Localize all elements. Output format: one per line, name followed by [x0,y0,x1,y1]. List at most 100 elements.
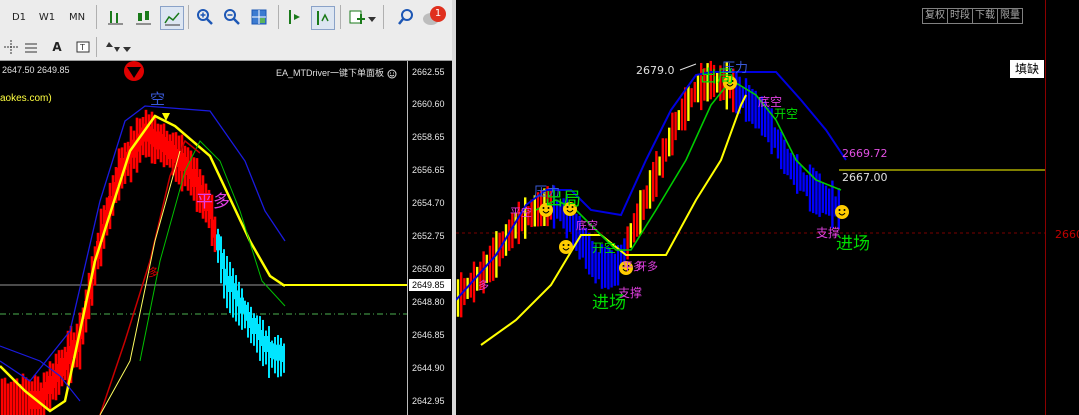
adjust-button[interactable]: 复权 [922,8,948,24]
bottom-short-label: 底空 [576,218,598,232]
entry-signal-label: 进场 [836,234,870,254]
toolbar-separator [278,5,279,29]
bear-candle-body [240,297,244,314]
bar-chart-icon[interactable] [104,6,126,28]
price-tick: 2656.65 [412,165,445,175]
high-price-pointer [679,63,697,71]
toolbar-separator [96,5,97,29]
auto-scroll-icon[interactable] [311,6,335,30]
download-button[interactable]: 下载 [972,8,998,24]
drawing-toolbar: A T [0,34,452,61]
open-short-label: 开空 [592,241,616,255]
limit-button[interactable]: 限量 [997,8,1023,24]
candlestick-chart-icon[interactable] [132,6,154,28]
smiley-icon [559,240,573,254]
resistance-label: 压力 [722,61,748,76]
price-tick: 2650.80 [412,264,445,274]
price-tick: 2662.55 [412,67,445,77]
price-tick: 2642.95 [412,396,445,406]
bear-candle-body [260,330,264,346]
chevron-down-icon[interactable] [367,8,377,30]
crosshair-icon[interactable] [0,36,22,58]
search-icon[interactable] [395,6,417,28]
close-short-label: 平空 [510,205,532,219]
price-tick: 2646.85 [412,330,445,340]
text-label-icon[interactable]: T [72,36,94,58]
text-tool-icon[interactable]: A [46,36,68,58]
upper-band-price-label: 2669.72 [842,147,888,160]
arrows-icon[interactable] [102,36,124,58]
current-price-tag: 2649.85 [409,279,451,291]
bear-candle-body [276,344,280,361]
bull-candle-body [180,153,184,171]
chart-shift-icon[interactable] [284,6,306,28]
mt4-window: D1 W1 MN 1 A T 空 平多 多 2647.50 2649.85 ao… [0,0,453,415]
smiley-eye [567,244,570,246]
bull-candle-body [212,219,216,238]
ea-panel-label[interactable]: EA_MTDriver一键下单面板 [276,66,397,79]
price-axis: 2662.55 2660.60 2658.65 2656.65 2654.70 … [407,61,453,415]
open-short-label: 开空 [774,107,798,121]
bull-candle-body [160,134,164,153]
bull-candle-body [48,376,52,394]
bear-candle-body [256,324,260,340]
exit-signal-label: 出局 [545,189,581,210]
price-header: 2647.50 2649.85 [2,65,70,75]
long-signal-label: 多 [148,265,159,279]
indicators-icon[interactable] [346,6,368,28]
notification-badge[interactable]: 1 [430,6,446,22]
right-price-chart[interactable]: 2679.02669.722667.002660出局压力底空开空支撑进场压力出局… [456,0,1079,415]
bear-candle-body [216,234,220,251]
bear-candle-body [280,346,284,362]
bear-candle-body [232,283,236,300]
bull-candle-body [152,128,156,147]
close-long-label: 平多 [622,259,644,273]
chevron-down-icon[interactable] [122,38,132,60]
zoom-in-icon[interactable] [194,6,216,28]
edge-price-label: 2660 [1055,228,1079,241]
bull-candle-body [192,169,196,187]
bull-candle-body [44,382,48,400]
bull-candle-body [68,346,72,364]
bull-candle-body [148,126,152,145]
timeframe-w1-button[interactable]: W1 [36,6,58,28]
fill-gap-button[interactable]: 填缺 [1010,60,1044,78]
horizontal-lines-icon[interactable] [20,36,42,58]
bear-candle-body [228,276,232,292]
session-button[interactable]: 时段 [947,8,973,24]
svg-text:T: T [79,43,85,52]
toolbar-separator [188,5,189,29]
ea-panel-name: EA_MTDriver一键下单面板 [276,68,385,78]
bear-candle-body [244,304,248,321]
bull-candle-body [64,352,68,370]
bear-candle-body [268,342,272,358]
short-signal-label: 空 [150,90,165,108]
chart-edge-line [1045,0,1046,415]
price-tick: 2648.80 [412,297,445,307]
long-signal-label: 多 [478,278,489,292]
bear-candle-body [272,343,276,360]
price-tick: 2658.65 [412,132,445,142]
high-price-label: 2679.0 [636,64,675,77]
price-tick: 2660.60 [412,99,445,109]
bull-candle-body [168,141,172,159]
smiley-icon [387,69,397,79]
indicator-url-label: aokes.com) [0,93,52,104]
timeframe-d1-button[interactable]: D1 [8,6,30,28]
toolbar-separator [96,37,97,57]
tile-windows-icon[interactable] [248,6,270,28]
line-chart-icon[interactable] [160,6,184,30]
yellow-level-price-label: 2667.00 [842,171,888,184]
entry-signal-label: 进场 [592,293,626,313]
timeframe-mn-button[interactable]: MN [64,6,90,28]
timeframe-toolbar: D1 W1 MN 1 [0,0,452,35]
smiley-eye [843,209,846,211]
close-long-signal-label: 平多 [196,192,230,212]
bear-candle-body [224,268,228,285]
bull-candle-body [60,358,64,376]
bear-candle-body [264,336,268,352]
zoom-out-icon[interactable] [221,6,243,28]
left-price-chart[interactable]: 空平多多 [0,61,407,415]
bear-candle-body [220,253,224,269]
bull-candle-body [156,131,160,150]
